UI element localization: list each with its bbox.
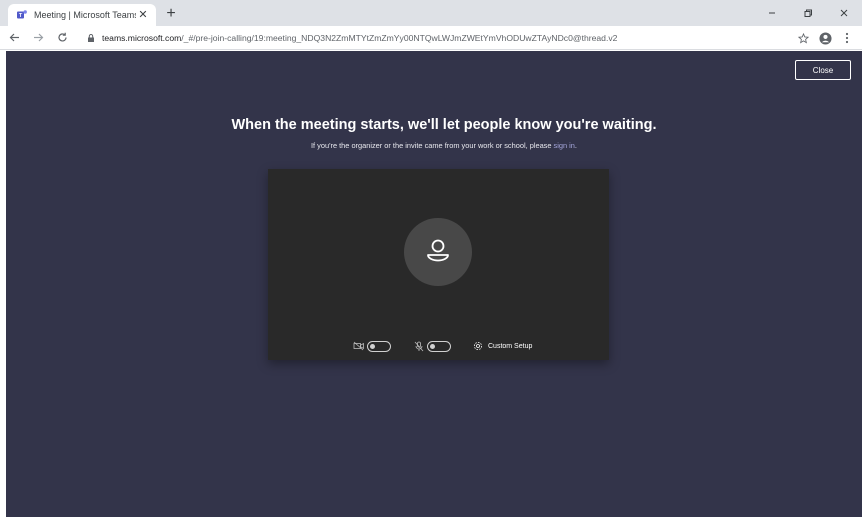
bookmark-star-icon[interactable] xyxy=(792,28,814,48)
camera-toggle[interactable] xyxy=(367,340,391,352)
page-title: When the meeting starts, we'll let peopl… xyxy=(231,117,657,133)
profile-icon[interactable] xyxy=(814,28,836,48)
restore-icon[interactable] xyxy=(790,0,826,26)
minimize-icon[interactable] xyxy=(754,0,790,26)
camera-off-icon xyxy=(353,340,365,352)
tab-title: Meeting | Microsoft Teams xyxy=(34,10,136,20)
forward-icon[interactable] xyxy=(28,28,48,48)
organizer-note-end: . xyxy=(574,141,577,150)
microphone-toggle[interactable] xyxy=(427,340,451,352)
video-preview: Custom Setup xyxy=(268,169,609,360)
address-bar[interactable]: teams.microsoft.com/_#/pre-join-calling/… xyxy=(80,28,815,48)
back-icon[interactable] xyxy=(4,28,24,48)
window-close-icon[interactable] xyxy=(826,0,862,26)
avatar xyxy=(404,218,472,286)
gear-icon xyxy=(474,342,482,350)
url-path: /_#/pre-join-calling/19:meeting_NDQ3N2Zm… xyxy=(181,32,618,43)
browser-toolbar: teams.microsoft.com/_#/pre-join-calling/… xyxy=(0,26,862,50)
toolbar-right xyxy=(792,28,858,48)
window-controls xyxy=(754,0,862,26)
device-controls: Custom Setup xyxy=(353,339,532,353)
browser-tab[interactable]: T Meeting | Microsoft Teams ✕ xyxy=(8,4,156,26)
browser-tabstrip: T Meeting | Microsoft Teams ✕ + xyxy=(0,0,862,26)
url-text: teams.microsoft.com/_#/pre-join-calling/… xyxy=(102,33,617,43)
custom-setup-label: Custom Setup xyxy=(488,342,533,350)
teams-prejoin-page: Close When the meeting starts, we'll let… xyxy=(6,51,862,517)
organizer-note-text: If you're the organizer or the invite ca… xyxy=(311,141,554,150)
new-tab-icon[interactable]: + xyxy=(162,5,180,23)
close-button[interactable]: Close xyxy=(795,60,851,80)
reload-icon[interactable] xyxy=(52,28,72,48)
mic-off-icon xyxy=(413,340,425,352)
organizer-note: If you're the organizer or the invite ca… xyxy=(6,141,862,150)
url-host: teams.microsoft.com xyxy=(102,32,182,43)
person-icon xyxy=(427,239,449,262)
lock-icon xyxy=(88,33,94,42)
microphone-toggle-knob xyxy=(430,343,435,349)
menu-dots-icon[interactable] xyxy=(836,28,858,48)
tab-close-icon[interactable]: ✕ xyxy=(136,8,150,22)
teams-logo-icon: T xyxy=(17,10,27,19)
custom-setup-button[interactable]: Custom Setup xyxy=(473,341,532,351)
sign-in-link[interactable]: sign in xyxy=(554,141,575,150)
camera-toggle-knob xyxy=(370,343,375,349)
